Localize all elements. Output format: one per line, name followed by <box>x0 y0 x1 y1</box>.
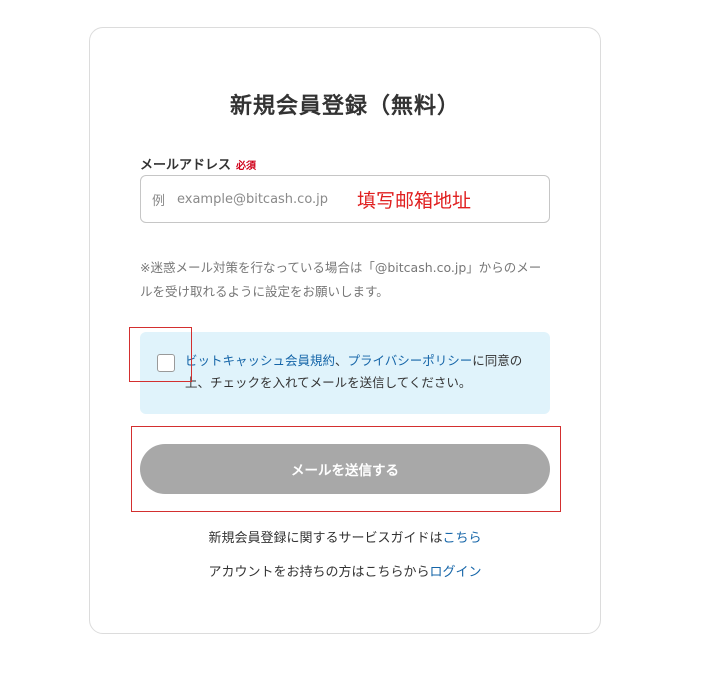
consent-separator: 、 <box>335 353 348 368</box>
login-text: アカウントをお持ちの方はこちらから <box>208 565 430 580</box>
registration-card: 新規会員登録（無料） メールアドレス必須 例 填写邮箱地址 ※迷惑メール対策を行… <box>89 27 601 634</box>
login-link[interactable]: ログイン <box>430 565 482 580</box>
spam-filter-notice: ※迷惑メール対策を行なっている場合は「@bitcash.co.jp」からのメール… <box>140 260 542 299</box>
consent-checkbox[interactable] <box>157 354 175 372</box>
service-guide-text: 新規会員登録に関するサービスガイドは <box>208 531 443 546</box>
email-field-container: 例 填写邮箱地址 <box>140 175 550 223</box>
login-line: アカウントをお持ちの方はこちらからログイン <box>90 561 600 580</box>
page-title: 新規会員登録（無料） <box>229 94 460 119</box>
email-input[interactable] <box>177 178 367 220</box>
privacy-policy-link[interactable]: プライバシーポリシー <box>348 353 473 368</box>
terms-link[interactable]: ビットキャッシュ会員規約 <box>185 353 335 368</box>
send-email-button[interactable]: メールを送信する <box>140 444 550 494</box>
email-label: メールアドレス 必須 <box>140 154 256 173</box>
email-label-text: メールアドレス <box>140 158 232 173</box>
consent-text: ビットキャッシュ会員規約、プライバシーポリシーに同意の上、チェックを入れてメール… <box>185 350 540 394</box>
service-guide-link[interactable]: こちら <box>443 531 482 546</box>
required-badge: 必須 <box>236 161 257 172</box>
email-example-prefix: 例 <box>152 194 166 209</box>
service-guide-line: 新規会員登録に関するサービスガイドはこちら <box>90 527 600 546</box>
consent-box: ビットキャッシュ会員規約、プライバシーポリシーに同意の上、チェックを入れてメール… <box>140 332 550 414</box>
email-annotation-text: 填写邮箱地址 <box>357 190 472 212</box>
